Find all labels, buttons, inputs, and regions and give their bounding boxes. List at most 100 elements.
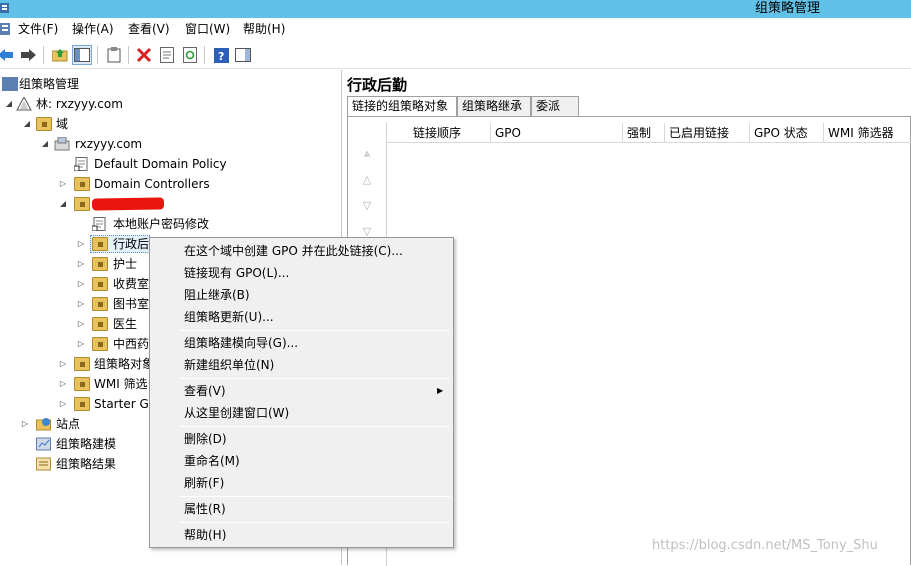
tree-label: 组策略建模 (56, 437, 117, 451)
tree-label: 图书室 (113, 297, 150, 311)
menu-modeling-wizard[interactable]: 组策略建模向导(G)... (184, 332, 298, 354)
menu-create-gpo-link[interactable]: 在这个域中创建 GPO 并在此处链接(C)... (184, 240, 403, 262)
details-title: 行政后勤 (347, 76, 408, 94)
menu-link-existing-gpo[interactable]: 链接现有 GPO(L)... (184, 262, 289, 284)
ou-folder-icon (92, 297, 108, 311)
tree-label: 本地账户密码修改 (113, 217, 210, 231)
back-button[interactable] (0, 45, 16, 65)
sites-icon (36, 418, 51, 431)
collapsed-arrow-icon[interactable]: ▷ (76, 254, 86, 274)
collapsed-arrow-icon[interactable]: ▷ (76, 334, 86, 354)
tree-label: 组策略结果 (56, 457, 117, 471)
show-action-pane-button[interactable] (233, 45, 253, 65)
menu-rename[interactable]: 重命名(M) (184, 450, 240, 472)
move-top-icon[interactable]: ⩓ (358, 147, 376, 161)
refresh-icon (183, 47, 197, 63)
console-icon (0, 23, 10, 35)
tree-label: rxzyyy.com (75, 137, 143, 151)
show-hide-tree-button[interactable] (72, 45, 92, 65)
tree-label: 林: rxzyyy.com (36, 97, 123, 111)
delete-x-icon (136, 47, 152, 63)
ou-folder-icon (74, 197, 90, 211)
move-down-icon[interactable]: ▽ (358, 199, 376, 213)
title-bar: 组策略管理 (0, 0, 911, 18)
menu-refresh[interactable]: 刷新(F) (184, 472, 224, 494)
expanded-arrow-icon[interactable]: ◢ (58, 194, 68, 214)
menu-gp-update[interactable]: 组策略更新(U)... (184, 306, 274, 328)
menu-properties[interactable]: 属性(R) (184, 498, 226, 520)
collapsed-arrow-icon[interactable]: ▷ (20, 414, 30, 434)
tab-delegation[interactable]: 委派 (531, 96, 579, 116)
collapsed-arrow-icon[interactable]: ▷ (76, 294, 86, 314)
app-icon (0, 3, 9, 13)
clipboard-button[interactable] (104, 45, 124, 65)
tree-label: 行政后 (113, 237, 150, 251)
help-button[interactable]: ? (211, 45, 231, 65)
ou-folder-icon (92, 337, 108, 351)
collapsed-arrow-icon[interactable]: ▷ (58, 394, 68, 414)
col-gpo-status[interactable]: GPO 状态 (750, 123, 824, 143)
refresh-button[interactable] (180, 45, 200, 65)
gpo-link-icon (92, 217, 106, 231)
menu-view[interactable]: 查看(V) (128, 18, 170, 41)
collapsed-arrow-icon[interactable]: ▷ (76, 274, 86, 294)
properties-button[interactable] (157, 45, 177, 65)
collapsed-arrow-icon[interactable]: ▷ (58, 354, 68, 374)
tree-label: WMI 筛选 (94, 377, 148, 391)
move-up-icon[interactable]: △ (358, 173, 376, 187)
ou-folder-icon (92, 237, 108, 251)
tree-label: 组策略管理 (19, 77, 80, 91)
col-wmi-filter[interactable]: WMI 筛选器 (824, 123, 911, 143)
collapsed-arrow-icon[interactable]: ▷ (76, 234, 86, 254)
delete-button[interactable] (134, 45, 154, 65)
properties-icon (160, 47, 174, 63)
window-title: 组策略管理 (755, 1, 821, 16)
domain-icon (54, 137, 70, 151)
ou-folder-icon (92, 257, 108, 271)
menu-action[interactable]: 操作(A) (72, 18, 114, 41)
toolbar-separator (43, 46, 44, 64)
tab-linked-gpos[interactable]: 链接的组策略对象 (347, 96, 457, 117)
ou-folder-icon (74, 177, 90, 191)
menu-view[interactable]: 查看(V) (184, 380, 226, 402)
collapsed-arrow-icon[interactable]: ▷ (58, 374, 68, 394)
menu-help[interactable]: 帮助(H) (184, 524, 226, 546)
toolbar-separator (128, 46, 129, 64)
context-menu: 在这个域中创建 GPO 并在此处链接(C)... 链接现有 GPO(L)... … (149, 237, 454, 548)
forest-icon (16, 97, 32, 111)
menu-help[interactable]: 帮助(H) (243, 18, 285, 41)
up-level-button[interactable] (50, 45, 70, 65)
expanded-arrow-icon[interactable]: ◢ (40, 134, 50, 154)
expanded-arrow-icon[interactable]: ◢ (4, 94, 14, 114)
forward-arrow-icon (21, 49, 36, 61)
collapsed-arrow-icon[interactable]: ▷ (76, 314, 86, 334)
ou-folder-icon (92, 277, 108, 291)
toolbar: ? (0, 41, 911, 69)
toolbar-separator (204, 46, 205, 64)
menu-block-inheritance[interactable]: 阻止继承(B) (184, 284, 250, 306)
menu-file[interactable]: 文件(F) (18, 18, 58, 41)
forward-button[interactable] (18, 45, 38, 65)
tree-label: 域 (56, 117, 69, 131)
col-gpo[interactable]: GPO (491, 123, 623, 143)
submenu-arrow-icon: ▶ (437, 386, 444, 395)
col-enforced[interactable]: 强制 (623, 123, 665, 143)
collapsed-arrow-icon[interactable]: ▷ (58, 174, 68, 194)
col-link-order[interactable]: 链接顺序 (387, 123, 491, 143)
tree-label: 中西药 (113, 337, 150, 351)
menu-delete[interactable]: 删除(D) (184, 428, 227, 450)
modeling-icon (36, 437, 51, 451)
menu-window[interactable]: 窗口(W) (185, 18, 230, 41)
col-link-enabled[interactable]: 已启用链接 (665, 123, 750, 143)
menu-separator (180, 330, 450, 331)
menu-new-ou[interactable]: 新建组织单位(N) (184, 354, 274, 376)
menu-bar: 文件(F) 操作(A) 查看(V) 窗口(W) 帮助(H) (0, 18, 911, 41)
svg-text:?: ? (218, 50, 224, 63)
results-icon (36, 457, 51, 471)
tree-label: 收费室 (113, 277, 150, 291)
menu-separator (180, 426, 450, 427)
menu-new-window[interactable]: 从这里创建窗口(W) (184, 402, 289, 424)
toolbar-separator (97, 46, 98, 64)
expanded-arrow-icon[interactable]: ◢ (22, 114, 32, 134)
tab-inheritance[interactable]: 组策略继承 (457, 96, 531, 116)
